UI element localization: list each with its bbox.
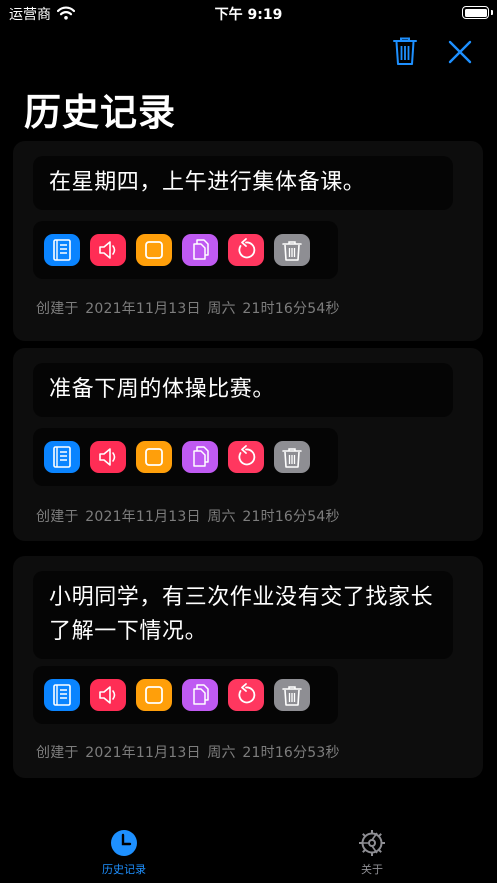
status-time: 下午 9:19	[214, 7, 283, 23]
copy-icon	[193, 684, 209, 705]
record-text: 准备下周的体操比赛。	[33, 363, 453, 417]
replay-icon	[238, 683, 256, 704]
replay-button[interactable]	[228, 679, 264, 711]
speak-button[interactable]	[90, 679, 126, 711]
speak-button[interactable]	[90, 234, 126, 266]
battery-icon	[462, 6, 489, 19]
copy-button[interactable]	[182, 441, 218, 473]
trash-icon	[393, 37, 417, 65]
copy-icon	[193, 446, 209, 467]
delete-button[interactable]	[274, 679, 310, 711]
status-bar: 运营商 下午 9:19	[0, 0, 497, 26]
speaker-icon	[99, 241, 116, 259]
stop-icon	[145, 686, 163, 704]
book-button[interactable]	[44, 679, 80, 711]
tab-about-label: 关于	[361, 863, 383, 876]
record-created-time: 创建于 2021年11月13日 周六 21时16分53秒	[36, 745, 340, 761]
book-icon	[53, 239, 71, 261]
trash-icon	[282, 686, 302, 706]
book-icon	[53, 684, 71, 706]
speaker-icon	[99, 448, 116, 466]
replay-icon	[238, 238, 256, 259]
clear-all-trash-button[interactable]	[392, 36, 418, 66]
copy-icon	[193, 239, 209, 260]
tab-history[interactable]: 历史记录	[74, 829, 174, 881]
clock-icon	[111, 830, 137, 856]
replay-icon	[238, 445, 256, 466]
record-text: 小明同学，有三次作业没有交了找家长了解一下情况。	[33, 571, 453, 659]
trash-icon	[282, 448, 302, 468]
record-action-bar	[33, 428, 338, 486]
history-record-card: 小明同学，有三次作业没有交了找家长了解一下情况。创建于 2021年11月13日 …	[13, 556, 483, 778]
close-button[interactable]	[447, 39, 473, 65]
close-icon	[448, 40, 472, 64]
delete-button[interactable]	[274, 441, 310, 473]
book-button[interactable]	[44, 441, 80, 473]
stop-icon	[145, 448, 163, 466]
copy-button[interactable]	[182, 679, 218, 711]
trash-icon	[282, 241, 302, 261]
record-action-bar	[33, 666, 338, 724]
history-record-card: 在星期四，上午进行集体备课。创建于 2021年11月13日 周六 21时16分5…	[13, 141, 483, 341]
speak-button[interactable]	[90, 441, 126, 473]
history-record-card: 准备下周的体操比赛。创建于 2021年11月13日 周六 21时16分54秒	[13, 348, 483, 541]
delete-button[interactable]	[274, 234, 310, 266]
tab-bar: 历史记录 关于	[0, 817, 497, 883]
tab-about[interactable]: 关于	[322, 829, 422, 881]
record-created-time: 创建于 2021年11月13日 周六 21时16分54秒	[36, 301, 340, 317]
replay-button[interactable]	[228, 234, 264, 266]
speaker-icon	[99, 686, 116, 704]
gear-icon	[359, 830, 385, 856]
book-button[interactable]	[44, 234, 80, 266]
page-title: 历史记录	[24, 91, 176, 134]
stop-button[interactable]	[136, 234, 172, 266]
record-action-bar	[33, 221, 338, 279]
replay-button[interactable]	[228, 441, 264, 473]
copy-button[interactable]	[182, 234, 218, 266]
record-text: 在星期四，上午进行集体备课。	[33, 156, 453, 210]
book-icon	[53, 446, 71, 468]
tab-history-label: 历史记录	[102, 863, 146, 876]
battery-cap	[491, 10, 493, 15]
record-created-time: 创建于 2021年11月13日 周六 21时16分54秒	[36, 509, 340, 525]
stop-button[interactable]	[136, 441, 172, 473]
stop-icon	[145, 241, 163, 259]
stop-button[interactable]	[136, 679, 172, 711]
